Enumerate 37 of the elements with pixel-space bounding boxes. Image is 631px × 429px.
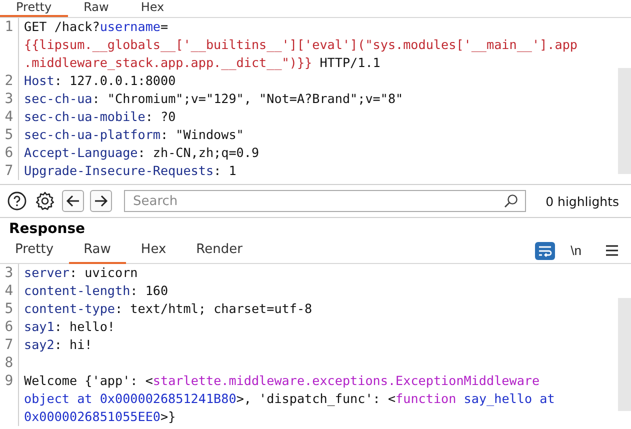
back-icon[interactable] — [62, 190, 84, 212]
forward-icon[interactable] — [90, 190, 112, 212]
scrollbar[interactable] — [618, 68, 631, 174]
line-number: 6 — [4, 318, 14, 336]
highlights-count: 0 highlights — [546, 194, 619, 208]
view-tab[interactable]: Hex — [124, 0, 180, 17]
newline-toggle[interactable]: \n — [565, 240, 587, 262]
line-number: 4 — [4, 108, 14, 126]
view-tab[interactable]: Raw — [68, 0, 125, 17]
line-number: 1 — [4, 18, 14, 36]
code-line: GET /hack?username= — [18, 18, 631, 36]
view-tab[interactable]: Pretty — [0, 0, 68, 17]
line-number: 8 — [4, 354, 14, 372]
view-tab[interactable]: Render — [181, 238, 258, 264]
search-field[interactable]: Search — [124, 190, 526, 212]
line-number: 5 — [4, 126, 14, 144]
view-tab[interactable]: Hex — [126, 238, 182, 264]
line-number: 3 — [4, 264, 14, 282]
line-number: 5 — [4, 300, 14, 318]
line-number: 6 — [4, 144, 14, 162]
panel-title: Response — [8, 220, 86, 238]
help-icon[interactable] — [6, 190, 28, 212]
settings-icon[interactable] — [34, 190, 56, 212]
line-number: 9 — [4, 372, 14, 390]
line-number: 2 — [4, 72, 14, 90]
request-editor[interactable] — [0, 18, 631, 185]
line-number: 7 — [4, 336, 14, 354]
line-number: 3 — [4, 90, 14, 108]
scrollbar[interactable] — [618, 298, 631, 411]
line-number: 7 — [4, 162, 14, 180]
view-tab[interactable]: Raw — [68, 238, 126, 264]
wrap-icon[interactable] — [535, 242, 555, 260]
search-icon[interactable] — [504, 194, 518, 208]
view-tab[interactable]: Pretty — [0, 238, 69, 264]
code-line: server: uvicorn — [18, 264, 631, 282]
line-number: 4 — [4, 282, 14, 300]
code-line: {{lipsum.__globals__['__builtins__']['eval']("sys.modules['__main__'].app — [18, 36, 631, 54]
